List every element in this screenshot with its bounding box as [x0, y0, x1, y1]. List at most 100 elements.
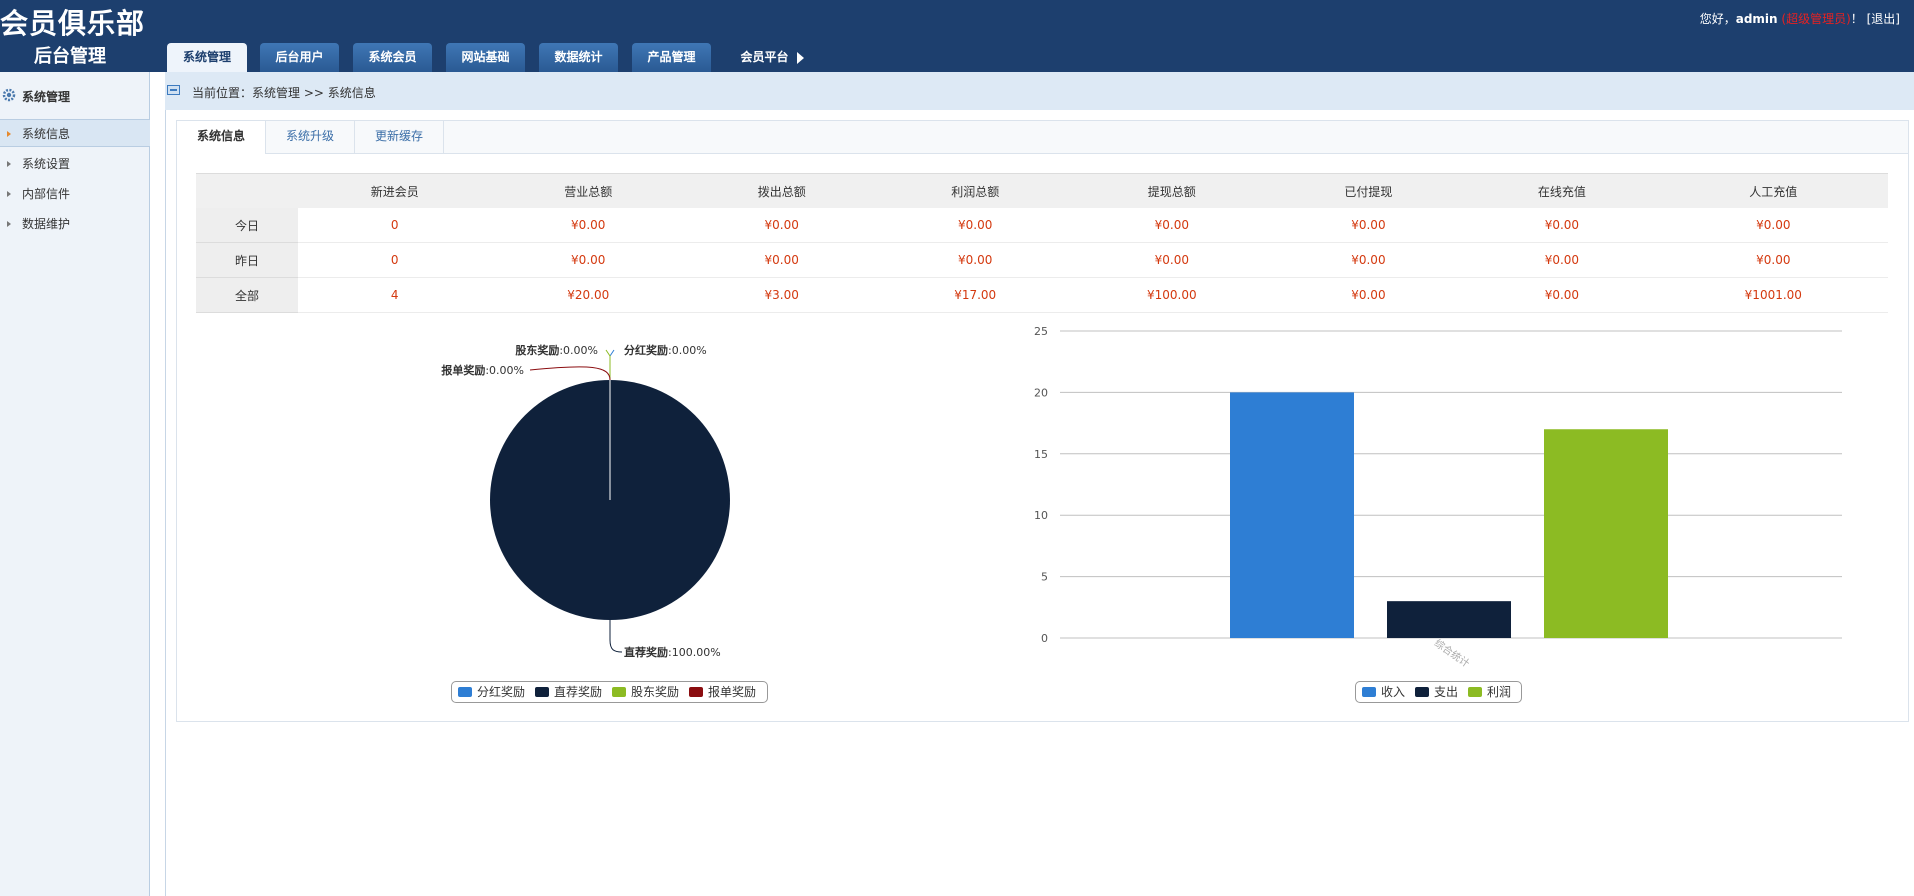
table-cell: ¥3.00 [684, 277, 879, 313]
username: admin [1735, 12, 1778, 26]
tab-system-upgrade[interactable]: 系统升级 [266, 121, 355, 153]
nav-tab-system[interactable]: 系统管理 [167, 43, 247, 72]
y-tick-label: 25 [1034, 325, 1048, 338]
legend-item-shareholder[interactable]: 股东奖励 [612, 682, 679, 702]
sidebar-header: 系统管理 [0, 82, 150, 110]
sidebar: 系统管理 系统信息 系统设置 内部信件 数据维护 [0, 72, 150, 896]
breadcrumb: 当前位置：系统管理 >> 系统信息 [165, 72, 1914, 110]
table-cell: ¥0.00 [1465, 242, 1659, 278]
bullet-icon [7, 161, 11, 167]
table-cell: ¥0.00 [1071, 208, 1272, 243]
table-cell: 0 [298, 242, 492, 278]
logo-title: 会员俱乐部 [0, 7, 146, 40]
legend-item-profit[interactable]: 利润 [1468, 682, 1511, 702]
table-row: 今日 0 ¥0.00 ¥0.00 ¥0.00 ¥0.00 ¥0.00 ¥0.00… [196, 208, 1888, 243]
pie-slice-label: 报单奖励:0.00% [441, 363, 524, 377]
legend-item-referral[interactable]: 直荐奖励 [535, 682, 602, 702]
legend-item-income[interactable]: 收入 [1362, 682, 1405, 702]
logo: 会员俱乐部 后台管理 [0, 0, 150, 72]
table-cell: ¥20.00 [491, 277, 685, 313]
bullet-icon [7, 221, 11, 227]
nav-tab-admin-users[interactable]: 后台用户 [260, 43, 339, 72]
caret-right-icon [796, 51, 804, 64]
user-info: 您好，admin (超级管理员)！ [退出] [1700, 10, 1900, 27]
legend-swatch [689, 687, 704, 697]
logo-subtitle: 后台管理 [34, 46, 106, 67]
sidebar-item-label: 系统设置 [22, 157, 71, 171]
nav-tab-statistics[interactable]: 数据统计 [539, 43, 618, 72]
user-role: (超级管理员) [1781, 12, 1851, 26]
table-cell: ¥1001.00 [1658, 277, 1888, 313]
table-cell: ¥0.00 [1658, 208, 1888, 243]
nav-tab-products[interactable]: 产品管理 [632, 43, 711, 72]
top-header: 会员俱乐部 后台管理 系统管理 后台用户 系统会员 网站基础 数据统计 产品管理… [0, 0, 1914, 72]
column-header: 利润总额 [878, 173, 1072, 208]
greeting-text: 您好， [1699, 12, 1736, 26]
column-header: 在线充值 [1465, 173, 1659, 208]
legend-label: 报单奖励 [708, 685, 757, 699]
table-row: 昨日 0 ¥0.00 ¥0.00 ¥0.00 ¥0.00 ¥0.00 ¥0.00… [196, 242, 1888, 278]
y-tick-label: 5 [1041, 571, 1048, 584]
column-header: 新进会员 [298, 173, 492, 208]
pie-label-connector [529, 366, 611, 381]
sidebar-item-label: 内部信件 [22, 187, 71, 201]
legend-swatch [1468, 687, 1483, 697]
legend-label: 直荐奖励 [554, 685, 603, 699]
legend-swatch [458, 687, 472, 697]
column-header: 拨出总额 [684, 173, 879, 208]
table-cell: 0 [298, 208, 492, 243]
table-corner [196, 173, 298, 208]
pie-legend: 分红奖励 直荐奖励 股东奖励 报单奖励 [451, 681, 768, 703]
tab-update-cache[interactable]: 更新缓存 [355, 121, 444, 153]
breadcrumb-text: 当前位置：系统管理 >> 系统信息 [192, 86, 376, 100]
legend-swatch [535, 687, 550, 697]
nav-tab-site-basics[interactable]: 网站基础 [446, 43, 525, 72]
legend-swatch [1415, 687, 1430, 697]
bar [1387, 601, 1511, 638]
table-cell: ¥0.00 [1465, 277, 1659, 313]
sidebar-title: 系统管理 [22, 90, 71, 104]
legend-item-expense[interactable]: 支出 [1415, 682, 1458, 702]
nav-tab-member-platform[interactable]: 会员平台 [727, 43, 817, 72]
table-cell: ¥0.00 [1658, 242, 1888, 278]
sidebar-item-system-settings[interactable]: 系统设置 [0, 150, 150, 178]
table-cell: ¥0.00 [1271, 242, 1466, 278]
table-cell: ¥0.00 [878, 242, 1072, 278]
sidebar-item-internal-mail[interactable]: 内部信件 [0, 180, 150, 208]
tab-system-info[interactable]: 系统信息 [177, 121, 266, 154]
pie-label-connector [609, 620, 623, 653]
sidebar-item-label: 数据维护 [22, 217, 71, 231]
pie-slice-label: 分红奖励:0.00% [624, 343, 707, 357]
pie-slice-label: 股东奖励:0.00% [515, 343, 598, 357]
legend-item-dividend[interactable]: 分红奖励 [458, 682, 525, 702]
column-header: 人工充值 [1658, 173, 1888, 208]
table-cell: ¥0.00 [1271, 208, 1466, 243]
logout-link[interactable]: [退出] [1867, 12, 1900, 26]
legend-label: 收入 [1381, 685, 1406, 699]
x-tick-label: 综合统计 [1432, 636, 1472, 670]
legend-label: 股东奖励 [631, 685, 680, 699]
row-label: 昨日 [196, 242, 298, 278]
sidebar-item-system-info[interactable]: 系统信息 [0, 119, 150, 147]
bar-chart: 0 5 10 15 20 25 综合统计 [1034, 325, 1842, 670]
table-cell: ¥0.00 [684, 208, 879, 243]
table-header-row: 新进会员 营业总额 拨出总额 利润总额 提现总额 已付提现 在线充值 人工充值 [196, 173, 1888, 208]
legend-label: 分红奖励 [477, 685, 526, 699]
table-cell: ¥17.00 [878, 277, 1072, 313]
stats-table: 新进会员 营业总额 拨出总额 利润总额 提现总额 已付提现 在线充值 人工充值 … [196, 173, 1888, 313]
row-label: 全部 [196, 277, 298, 313]
row-label: 今日 [196, 208, 298, 243]
table-cell: ¥0.00 [491, 242, 685, 278]
table-row: 全部 4 ¥20.00 ¥3.00 ¥17.00 ¥100.00 ¥0.00 ¥… [196, 277, 1888, 313]
bullet-icon [7, 191, 11, 197]
bar-legend: 收入 支出 利润 [1355, 681, 1522, 703]
sidebar-item-data-maintenance[interactable]: 数据维护 [0, 210, 150, 238]
legend-item-order[interactable]: 报单奖励 [689, 682, 756, 702]
table-cell: ¥0.00 [1271, 277, 1466, 313]
legend-swatch [1362, 687, 1376, 697]
nav-tab-members[interactable]: 系统会员 [353, 43, 432, 72]
table-cell: ¥0.00 [684, 242, 879, 278]
pie-chart: 分红奖励:0.00% 直荐奖励:100.00% 股东奖励:0.00% 报单奖励:0.0… [441, 343, 730, 659]
table-cell: 4 [298, 277, 492, 313]
y-tick-label: 0 [1041, 632, 1048, 645]
